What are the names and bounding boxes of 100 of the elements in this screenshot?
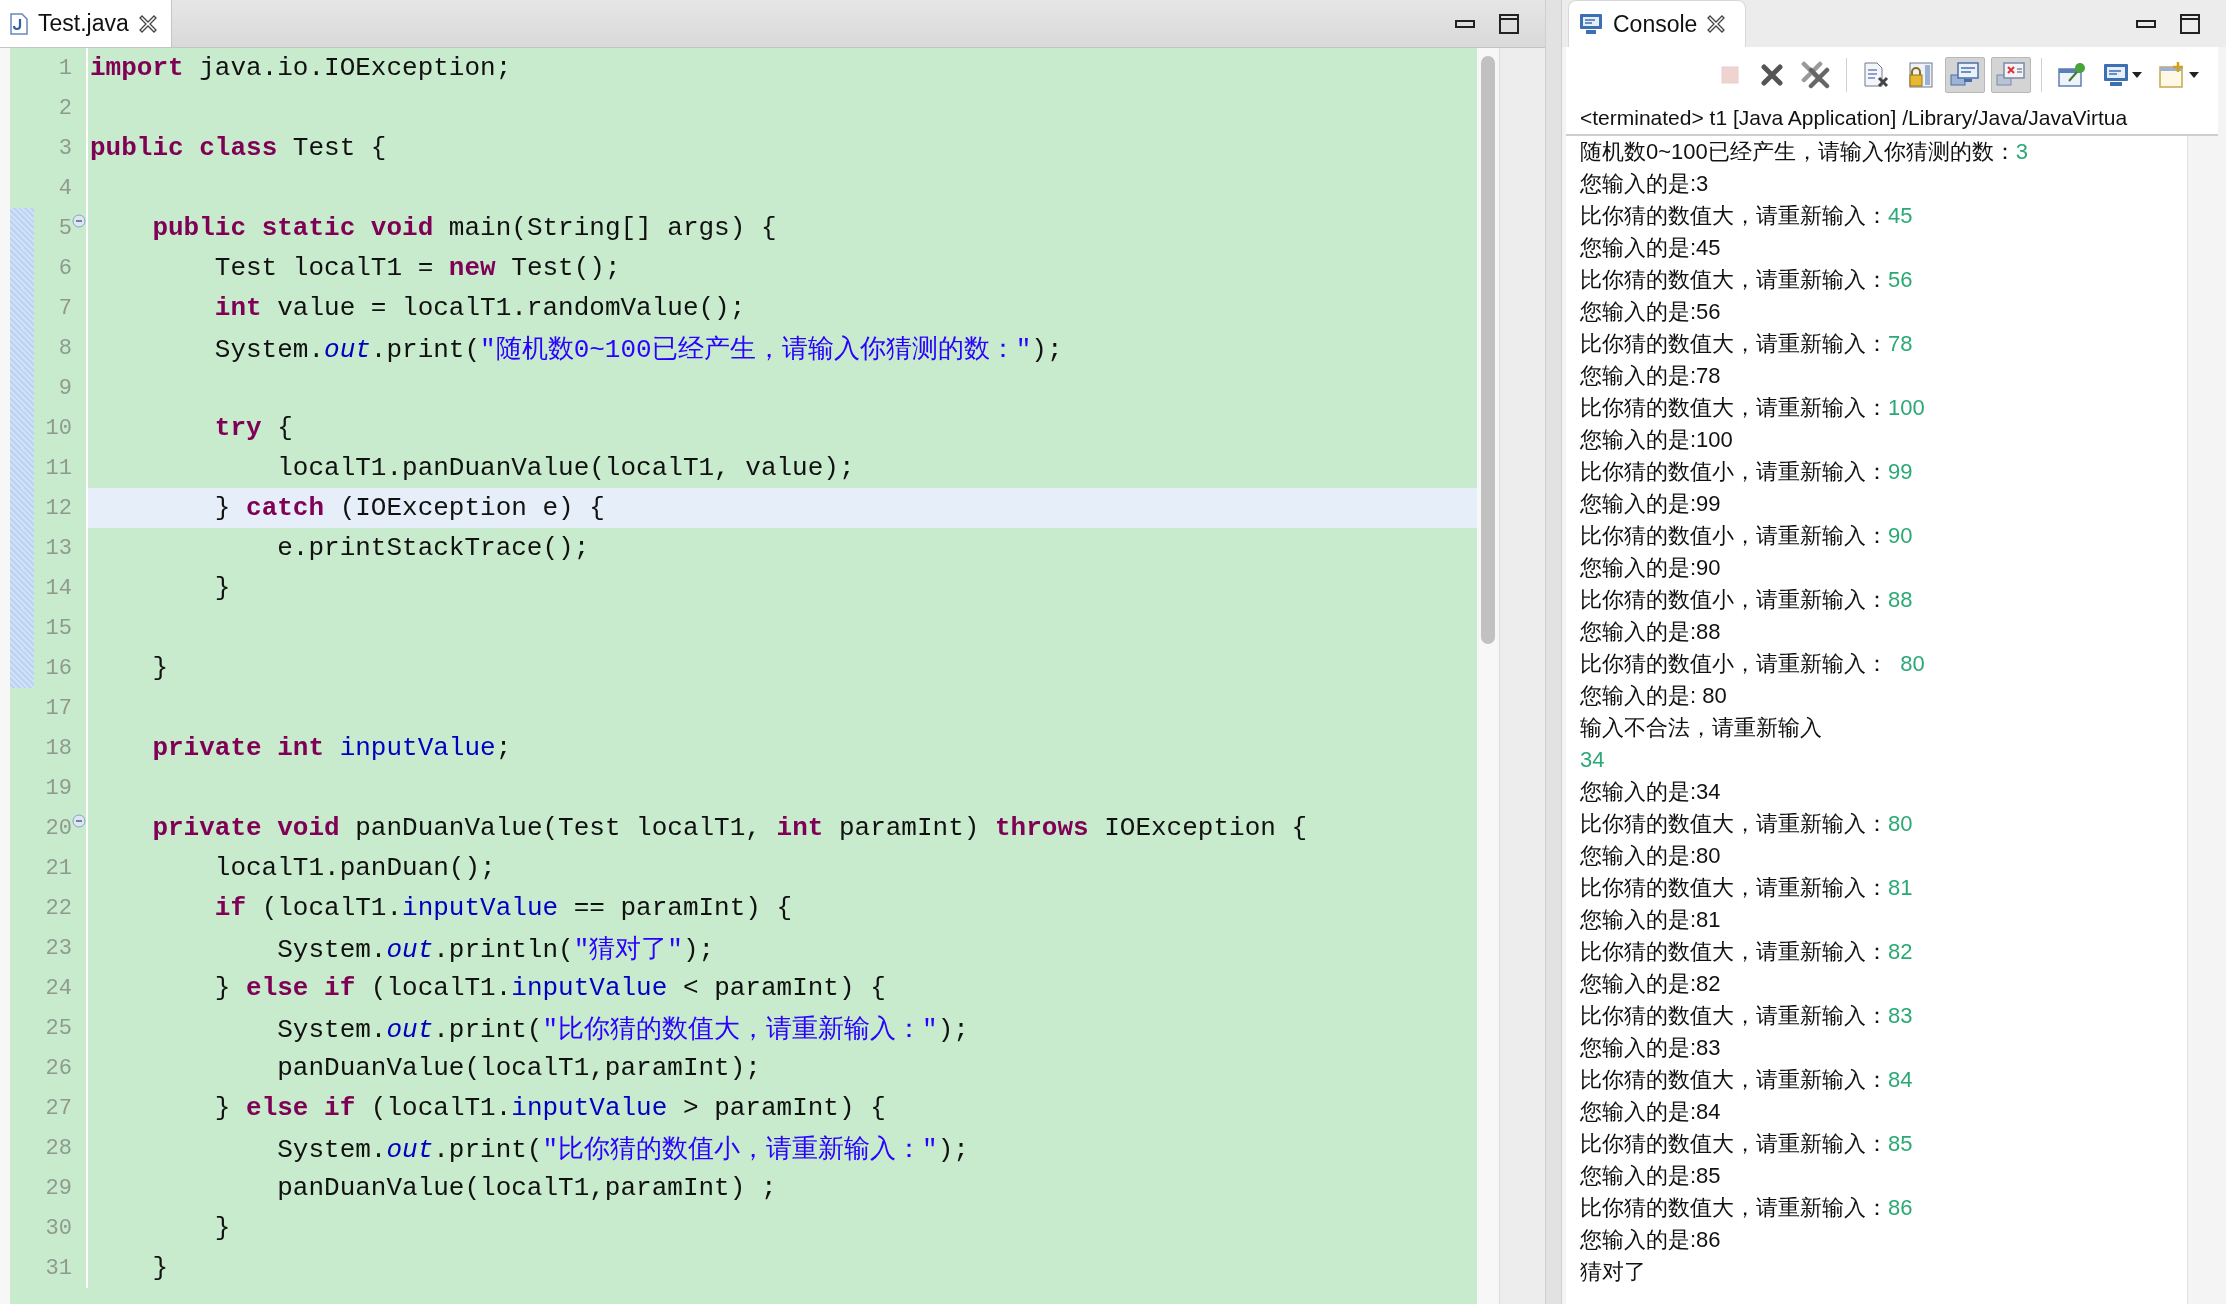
- console-line: 您输入的是:90: [1580, 554, 1721, 582]
- console-line: 您输入的是:34: [1580, 778, 1721, 806]
- code-line: panDuanValue(localT1,paramInt);: [277, 1053, 761, 1083]
- code-line: } catch (IOException e) {: [214, 493, 605, 523]
- collapse-icon[interactable]: [72, 814, 86, 828]
- close-icon[interactable]: [138, 14, 157, 33]
- console-line: 比你猜的数值大，请重新输入：86: [1580, 1194, 1913, 1222]
- line-number: 18: [45, 735, 72, 761]
- console-line: 您输入的是:82: [1580, 970, 1721, 998]
- code-line: System.out.print("比你猜的数值小，请重新输入：");: [277, 1133, 969, 1166]
- console-status: <terminated> t1 [Java Application] /Library/Java/JavaVirtua: [1566, 102, 2218, 136]
- editor-tab[interactable]: Test.java: [0, 0, 172, 47]
- console-line: 比你猜的数值大，请重新输入：100: [1580, 394, 1925, 422]
- remove-icon: [1759, 61, 1785, 88]
- line-number: 1: [58, 55, 72, 81]
- line-number: 10: [45, 415, 72, 441]
- console-line: 输入不合法，请重新输入: [1580, 714, 1822, 742]
- pin-icon: [2057, 60, 2087, 89]
- console-line: 34: [1580, 747, 1605, 773]
- code-line: System.out.print("比你猜的数值大，请重新输入：");: [277, 1013, 969, 1046]
- console-line: 您输入的是:78: [1580, 362, 1721, 390]
- console-line: 比你猜的数值大，请重新输入：82: [1580, 938, 1913, 966]
- collapse-icon[interactable]: [72, 214, 86, 228]
- console-line: 比你猜的数值大，请重新输入：83: [1580, 1002, 1913, 1030]
- line-number: 9: [58, 375, 72, 401]
- line-number: 8: [58, 335, 72, 361]
- minimize-icon[interactable]: [2136, 18, 2156, 29]
- code-line: } else if (localT1.inputValue < paramInt) {: [214, 973, 886, 1003]
- maximize-icon[interactable]: [1499, 13, 1519, 34]
- console-line: 您输入的是:100: [1580, 426, 1733, 454]
- console-line: 您输入的是:83: [1580, 1034, 1721, 1062]
- code-line: try {: [214, 413, 293, 443]
- new-window-icon: [2158, 60, 2186, 89]
- line-number: 29: [45, 1175, 72, 1201]
- console-line: 比你猜的数值小，请重新输入：90: [1580, 522, 1913, 550]
- line-number: 21: [45, 855, 72, 881]
- show-on-error-button[interactable]: [1991, 56, 2031, 93]
- scrollbar[interactable]: [2187, 136, 2218, 1304]
- code-line: private void panDuanValue(Test localT1, int paramInt) throws IOException {: [152, 813, 1308, 843]
- code-line: if (localT1.inputValue == paramInt) {: [214, 893, 793, 923]
- console-line: 比你猜的数值小，请重新输入：88: [1580, 586, 1913, 614]
- line-number: 20: [45, 815, 72, 841]
- line-number: 27: [45, 1095, 72, 1121]
- console-line: 比你猜的数值大，请重新输入：56: [1580, 266, 1913, 294]
- maximize-icon[interactable]: [2180, 13, 2200, 34]
- line-number: 31: [45, 1255, 72, 1281]
- remove-all-icon: [1801, 60, 1831, 89]
- scrollbar-thumb[interactable]: [1481, 56, 1495, 644]
- console-line: 比你猜的数值小，请重新输入：99: [1580, 458, 1913, 486]
- line-number: 17: [45, 695, 72, 721]
- close-icon[interactable]: [1707, 15, 1726, 33]
- console-line: 您输入的是:86: [1580, 1226, 1721, 1254]
- code-line: localT1.panDuan();: [214, 853, 496, 883]
- line-number: 24: [45, 975, 72, 1001]
- code-line: import java.io.IOException;: [90, 53, 512, 83]
- code-line: e.printStackTrace();: [277, 533, 590, 563]
- console-line: 您输入的是:3: [1580, 170, 1709, 198]
- line-number: 23: [45, 935, 72, 961]
- line-number: 3: [58, 135, 72, 161]
- console-line: 随机数0~100已经产生，请输入你猜测的数：3: [1580, 138, 2029, 166]
- console-line: 比你猜的数值大，请重新输入：78: [1580, 330, 1913, 358]
- console-line: 您输入的是:45: [1580, 234, 1721, 262]
- console-line: 您输入的是:99: [1580, 490, 1721, 518]
- line-number: 30: [45, 1215, 72, 1241]
- console-line: 比你猜的数值小，请重新输入： 80: [1580, 650, 1925, 678]
- line-number: 7: [58, 295, 72, 321]
- line-number: 15: [45, 615, 72, 641]
- line-number: 28: [45, 1135, 72, 1161]
- monitor-icon: [1950, 60, 1980, 89]
- console-line: 比你猜的数值大，请重新输入：85: [1580, 1130, 1913, 1158]
- caret-icon: [2189, 70, 2199, 79]
- code-line: }: [152, 1253, 168, 1283]
- code-line: int value = localT1.randomValue();: [214, 293, 746, 323]
- line-number: 25: [45, 1015, 72, 1041]
- line-number: 13: [45, 535, 72, 561]
- line-number: 11: [45, 455, 72, 481]
- line-number: 12: [45, 495, 72, 521]
- code-line: System.out.print("随机数0~100已经产生，请输入你猜测的数：");: [214, 333, 1063, 366]
- code-line: localT1.panDuanValue(localT1, value);: [277, 453, 855, 483]
- console-line: 比你猜的数值大，请重新输入：84: [1580, 1066, 1913, 1094]
- line-number: 26: [45, 1055, 72, 1081]
- line-number: 5: [58, 215, 72, 241]
- minimize-icon[interactable]: [1455, 18, 1475, 29]
- clear-document-icon: [1862, 60, 1890, 89]
- code-line: public static void main(String[] args) {: [152, 213, 777, 243]
- console-line: 您输入的是:85: [1580, 1162, 1721, 1190]
- code-line: }: [214, 1213, 231, 1243]
- code-line: System.out.println("猜对了");: [277, 933, 715, 966]
- console-line: 比你猜的数值大，请重新输入：80: [1580, 810, 1913, 838]
- caret-icon: [2132, 70, 2142, 79]
- console-line: 比你猜的数值大，请重新输入：45: [1580, 202, 1913, 230]
- lock-icon: [1906, 60, 1934, 89]
- line-number: 2: [58, 95, 72, 121]
- show-on-output-button[interactable]: [1945, 56, 1985, 93]
- code-line: }: [152, 653, 168, 683]
- console-line: 您输入的是: 80: [1580, 682, 1727, 710]
- line-number: 4: [58, 175, 72, 201]
- console-line: 猜对了: [1580, 1258, 1646, 1286]
- java-file-icon: [10, 12, 28, 35]
- console-tab[interactable]: Console: [1568, 0, 1747, 47]
